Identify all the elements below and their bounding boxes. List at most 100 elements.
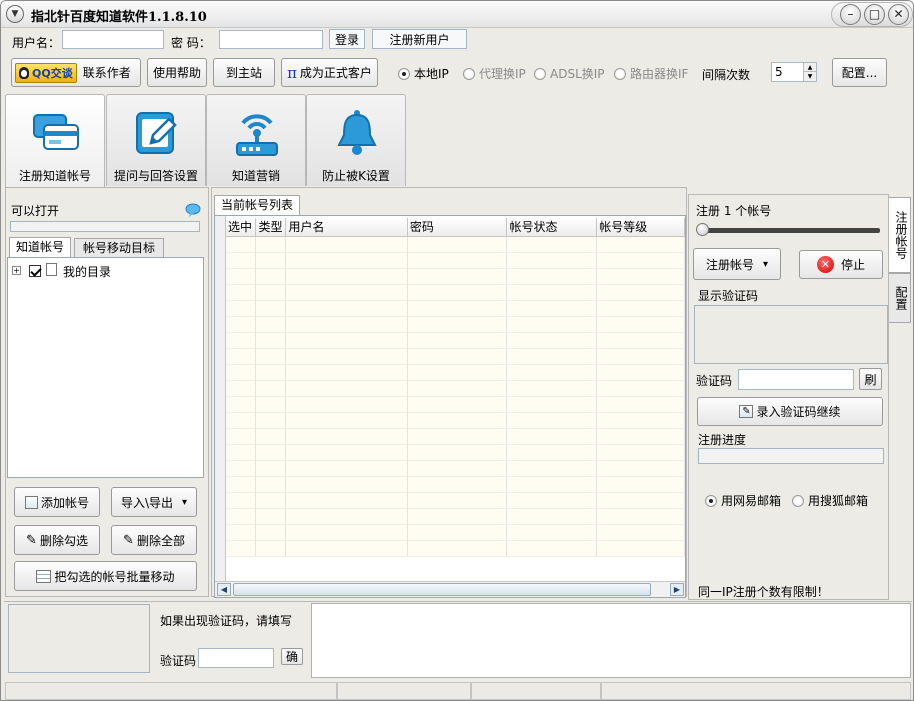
table-row[interactable] [226,492,685,509]
scroll-thumb[interactable] [233,583,651,596]
username-input[interactable] [62,30,164,49]
mail-option-netease-label: 用网易邮箱 [721,494,782,508]
config-button[interactable]: 配置... [832,58,887,87]
help-button[interactable]: 使用帮助 [147,58,207,87]
tab-zhidao-accounts[interactable]: 知道帐号 [9,237,72,257]
ip-option-adsl[interactable]: ADSL换IP [534,65,605,82]
stepper-down-icon[interactable]: ▼ [803,72,816,81]
table-row[interactable] [226,524,685,541]
bottom-captcha-input[interactable] [198,648,274,668]
table-row[interactable] [226,236,685,253]
account-tree[interactable]: + 我的目录 [7,257,204,478]
tree-expand-icon[interactable]: + [12,266,21,275]
stop-button[interactable]: ✕ 停止 [799,250,883,279]
edit-icon: ✎ [739,405,754,418]
maximize-icon[interactable]: □ [864,4,885,25]
table-row[interactable] [226,316,685,333]
tab-anti-ban-settings[interactable]: 防止被K设置 [306,94,406,186]
table-row[interactable] [226,460,685,477]
system-menu-icon[interactable]: ▼ [6,5,24,23]
table-cell [506,444,598,461]
table-cell [285,236,408,253]
delete-checked-button[interactable]: ✎ 删除勾选 [14,525,100,555]
slider-thumb[interactable] [696,223,709,236]
tab-question-answer-settings[interactable]: 提问与回答设置 [106,94,206,186]
table-row[interactable] [226,380,685,397]
table-row[interactable] [226,252,685,269]
scroll-left-icon[interactable]: ◀ [217,583,231,596]
home-site-button[interactable]: 到主站 [213,58,275,87]
table-row[interactable] [226,444,685,461]
tree-root-checkbox[interactable] [29,265,41,277]
column-header-password[interactable]: 密码 [407,218,508,237]
import-export-dropdown[interactable]: 导入\导出 [111,487,197,517]
table-cell [285,396,408,413]
refresh-captcha-button[interactable]: 刷 [859,368,882,390]
close-icon[interactable]: ✕ [888,4,909,25]
table-row[interactable] [226,396,685,413]
table-row[interactable] [226,300,685,317]
password-input[interactable] [219,30,323,49]
table-row[interactable] [226,508,685,525]
ip-option-local[interactable]: 本地IP [398,65,449,82]
column-header-account-status[interactable]: 帐号状态 [506,218,598,237]
mail-option-netease[interactable]: 用网易邮箱 [705,492,781,509]
interval-stepper[interactable]: 5 ▲ ▼ [771,62,817,82]
table-cell [285,508,408,525]
contact-author-button[interactable]: QQ交谈 联系作者 [11,58,141,87]
register-account-dropdown[interactable]: 注册帐号 [693,248,781,280]
table-cell [407,460,508,477]
table-cell [506,492,598,509]
ip-option-router[interactable]: 路由器换IF [614,65,688,82]
table-cell [407,508,508,525]
minimize-icon[interactable]: – [840,4,861,25]
table-row[interactable] [226,332,685,349]
login-button[interactable]: 登录 [329,29,365,49]
stepper-up-icon[interactable]: ▲ [803,63,816,72]
table-row[interactable] [226,428,685,445]
delete-all-button[interactable]: ✎ 删除全部 [111,525,197,555]
table-cell [596,348,685,365]
mail-option-sohu[interactable]: 用搜狐邮箱 [792,492,868,509]
column-header-type[interactable]: 类型 [255,218,287,237]
table-row[interactable] [226,476,685,493]
captcha-input[interactable] [738,369,854,390]
table-body [226,236,685,557]
table-cell [407,380,508,397]
scroll-right-icon[interactable]: ▶ [670,583,684,596]
register-new-user-button[interactable]: 注册新用户 [372,29,467,49]
log-textarea[interactable] [311,603,911,678]
become-customer-button[interactable]: π 成为正式客户 [281,58,378,87]
tab-account-move-target[interactable]: 帐号移动目标 [74,238,165,257]
continue-with-captcha-button[interactable]: ✎ 录入验证码继续 [697,397,883,426]
account-list-grid[interactable]: 选中 类型 用户名 密码 帐号状态 帐号等级 ◀ ▶ [214,215,686,598]
table-row[interactable] [226,348,685,365]
title-bar[interactable]: ▼ 指北针百度知道软件1.1.8.10 – □ ✕ [1,1,913,28]
slider-track [698,228,880,233]
column-header-username[interactable]: 用户名 [285,218,408,237]
table-row[interactable] [226,364,685,381]
tab-config-vertical[interactable]: 配置 [889,273,911,323]
add-account-button[interactable]: 添加帐号 [14,487,100,517]
tab-register-account[interactable]: 注册知道帐号 [5,94,105,187]
table-cell [226,524,257,541]
tab-anti-ban-settings-label: 防止被K设置 [322,169,390,183]
table-cell [285,476,408,493]
tab-current-account-list[interactable]: 当前帐号列表 [214,195,301,215]
table-row[interactable] [226,284,685,301]
tab-register-account-label: 注册知道帐号 [18,169,91,183]
table-cell [596,252,685,269]
table-row[interactable] [226,268,685,285]
column-header-selected[interactable]: 选中 [226,218,257,237]
password-label: 密 码： [171,36,211,50]
table-row[interactable] [226,540,685,557]
confirm-captcha-button[interactable]: 确 [281,648,303,665]
batch-move-button[interactable]: 把勾选的帐号批量移动 [14,561,197,591]
horizontal-scrollbar[interactable]: ◀ ▶ [215,581,685,597]
ip-option-proxy[interactable]: 代理换IP [463,65,526,82]
table-row[interactable] [226,412,685,429]
tab-register-account-vertical[interactable]: 注册帐号 [889,197,911,273]
column-header-account-level[interactable]: 帐号等级 [596,218,685,237]
tab-zhidao-marketing[interactable]: 知道营销 [206,94,306,186]
register-count-slider[interactable] [694,222,884,239]
